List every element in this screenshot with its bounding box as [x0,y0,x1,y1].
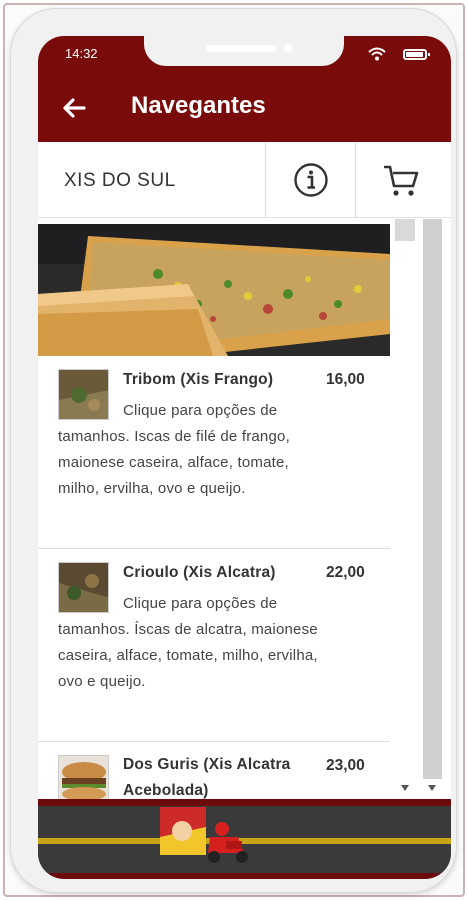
store-banner-image [38,224,390,356]
phone-notch [144,36,344,66]
item-name: Dos Guris (Xis Alcatra Acebolada) [123,756,291,799]
item-price: 16,00 [326,371,365,388]
menu-content[interactable]: Tribom (Xis Frango) 16,00 Clique para op… [38,219,451,799]
item-thumbnail [58,755,109,799]
speaker-grille [206,45,276,52]
item-name: Tribom (Xis Frango) [123,371,274,388]
store-header: XIS DO SUL [38,142,451,218]
info-icon [294,163,328,197]
app-header: Navegantes [38,74,451,142]
menu-item[interactable]: Dos Guris (Xis Alcatra Acebolada) 23,00 [38,742,390,799]
scroll-down-arrow-icon[interactable] [428,785,436,791]
battery-icon [403,49,430,60]
item-description: Clique para opções de tamanhos. Iscas de… [58,402,290,497]
page-title: Navegantes [131,92,266,119]
item-price: 22,00 [326,564,365,581]
store-name: XIS DO SUL [64,170,176,191]
item-description: Clique para opções de tamanhos. Íscas de… [58,595,318,690]
scroll-down-arrow-icon[interactable] [401,785,409,791]
app-screen: 14:32 Navegantes XIS DO SUL Tribom (Xis … [38,36,451,879]
phone-frame: 14:32 Navegantes XIS DO SUL Tribom (Xis … [10,8,457,893]
status-time: 14:32 [65,46,98,61]
menu-item[interactable]: Tribom (Xis Frango) 16,00 Clique para op… [38,356,390,549]
scrollbar[interactable] [395,219,443,799]
menu-item[interactable]: Crioulo (Xis Alcatra) 22,00 Clique para … [38,549,390,742]
arrow-left-icon[interactable] [60,94,88,122]
scrollbar-thumb[interactable] [395,219,415,241]
scrollbar-track[interactable] [423,219,442,779]
cart-icon [384,165,419,196]
delivery-logo-icon [160,807,248,863]
info-button[interactable] [265,142,355,218]
item-price: 23,00 [326,757,365,774]
front-camera [284,44,293,53]
wifi-icon [368,47,386,61]
item-name: Crioulo (Xis Alcatra) [123,564,276,581]
status-bar: 14:32 [38,36,451,74]
cart-button[interactable] [355,142,451,218]
delivery-banner [38,799,451,879]
menu-list: Tribom (Xis Frango) 16,00 Clique para op… [38,356,390,799]
